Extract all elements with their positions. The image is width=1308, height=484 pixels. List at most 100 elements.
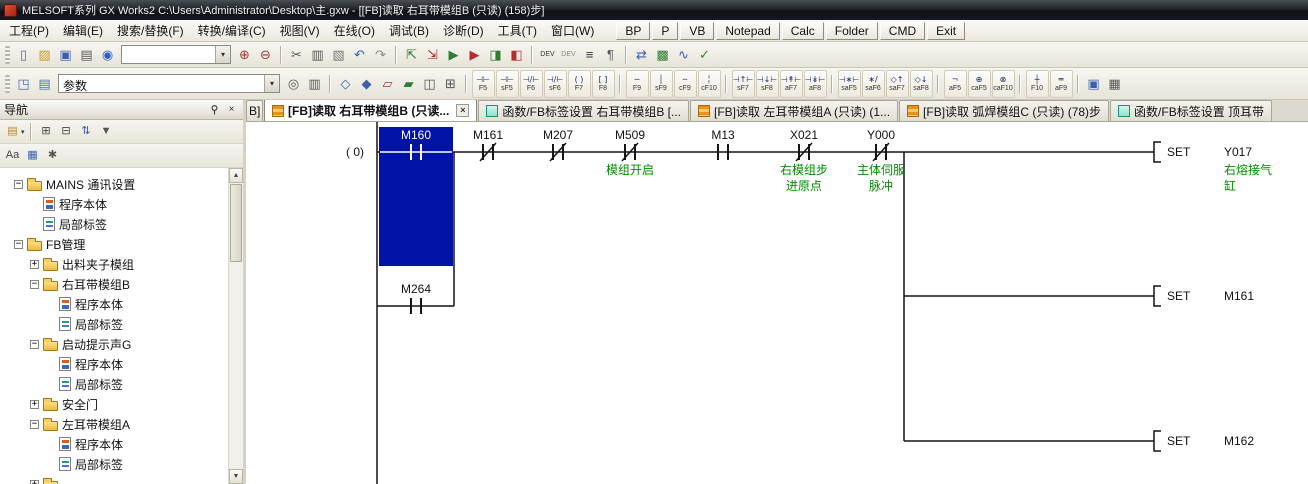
quick-button-bp[interactable]: BP <box>616 22 650 40</box>
menu-item-debug[interactable]: 调试(B) <box>382 20 436 41</box>
edit-line-icon[interactable]: ◆ <box>356 73 377 94</box>
document-tab[interactable]: 函数/FB标签设置 顶耳带 <box>1110 100 1272 121</box>
new-project-icon[interactable]: ▯ <box>13 44 34 65</box>
monitor-write-mode-icon[interactable]: ▶ <box>464 44 485 65</box>
tree-expander[interactable]: − <box>30 340 39 349</box>
instruction-list-icon[interactable]: ▣ <box>1083 73 1104 94</box>
tree-item[interactable]: 局部标签 <box>0 214 228 234</box>
quick-button-p[interactable]: P <box>652 22 678 40</box>
tree-expander[interactable]: + <box>30 400 39 409</box>
ladder-contact-M264[interactable]: M264 <box>401 282 431 314</box>
quick-button-calc[interactable]: Calc <box>782 22 824 40</box>
menu-item-project[interactable]: 工程(P) <box>2 20 56 41</box>
quick-button-notepad[interactable]: Notepad <box>716 22 779 40</box>
copy-icon[interactable]: ▥ <box>307 44 328 65</box>
tree-item[interactable]: 程序本体 <box>0 354 228 374</box>
comment-edit-icon[interactable]: ▦ <box>1104 73 1125 94</box>
horizontal-line-button[interactable]: ─F9 <box>626 70 649 98</box>
delete-vertical-line-button[interactable]: ╎cF10 <box>698 70 721 98</box>
delete-line-icon[interactable]: ▱ <box>377 73 398 94</box>
tree-item[interactable]: 程序本体 <box>0 194 228 214</box>
menu-item-tools[interactable]: 工具(T) <box>491 20 544 41</box>
tree-item[interactable]: 局部标签 <box>0 314 228 334</box>
close-tab-icon[interactable]: × <box>456 104 469 117</box>
program-jump-icon[interactable]: ◳ <box>13 73 34 94</box>
print-icon[interactable]: ▤ <box>76 44 97 65</box>
menu-item-convert-compile[interactable]: 转换/编译(C) <box>191 20 273 41</box>
falling-pulse-close-button[interactable]: ∗/saF6 <box>862 70 885 98</box>
ladder-output-SET-M161[interactable]: SETM161 <box>1154 286 1254 306</box>
device-batch-monitor-icon[interactable]: ▩ <box>652 44 673 65</box>
statement-edit-icon[interactable]: ⊞ <box>440 73 461 94</box>
application-instruction-button[interactable]: [ ]F8 <box>592 70 615 98</box>
sampling-trace-icon[interactable]: ∿ <box>673 44 694 65</box>
close-contact-branch-button[interactable]: ⊣/⊢sF6 <box>544 70 567 98</box>
delete-horizontal-line-button[interactable]: ╌cF9 <box>674 70 697 98</box>
quick-button-vb[interactable]: VB <box>680 22 714 40</box>
check-program-icon[interactable]: ✓ <box>694 44 715 65</box>
tree-item[interactable]: 程序本体 <box>0 294 228 314</box>
vertical-line-button[interactable]: │sF9 <box>650 70 673 98</box>
ladder-contact-X021[interactable]: X021右模组步进原点 <box>780 128 828 193</box>
view-selector-icon[interactable]: ▤ <box>3 122 22 141</box>
scrollbar-thumb[interactable] <box>230 184 242 262</box>
window-selector-combo[interactable]: ▾ <box>121 45 231 64</box>
zoom-in-icon[interactable]: ⊕ <box>234 44 255 65</box>
ladder-cursor[interactable] <box>379 127 453 266</box>
tree-expander[interactable]: − <box>30 280 39 289</box>
ladder-editor[interactable]: ( 0)M160M161M207M509模组开启M13X021右模组步进原点Y0… <box>246 122 1308 484</box>
menu-item-diagnostics[interactable]: 诊断(D) <box>436 20 491 41</box>
rail-line-button[interactable]: ═aF9 <box>1050 70 1073 98</box>
sort-icon[interactable]: ⇅ <box>77 122 96 141</box>
zoom-out-icon[interactable]: ⊖ <box>255 44 276 65</box>
ladder-canvas[interactable]: ( 0)M160M161M207M509模组开启M13X021右模组步进原点Y0… <box>246 122 1305 484</box>
ladder-contact-M161[interactable]: M161 <box>473 128 503 161</box>
tree-item[interactable]: 局部标签 <box>0 454 228 474</box>
crossref-icon[interactable]: ⇄ <box>631 44 652 65</box>
quick-button-folder[interactable]: Folder <box>826 22 878 40</box>
ladder-contact-Y000[interactable]: Y000主体伺服脉冲 <box>857 128 905 193</box>
menu-item-online[interactable]: 在线(O) <box>327 20 382 41</box>
dropdown-arrow-icon[interactable]: ▾ <box>215 46 230 63</box>
device-display-off-icon[interactable]: DEV <box>558 44 579 65</box>
tree-item[interactable]: + <box>0 474 228 484</box>
collapse-all-icon[interactable]: ⊟ <box>57 122 76 141</box>
tree-item[interactable]: +出料夹子模组 <box>0 254 228 274</box>
expand-all-icon[interactable]: ⊞ <box>37 122 56 141</box>
inline-st-icon[interactable]: ◇ <box>335 73 356 94</box>
tree-expander[interactable]: − <box>30 420 39 429</box>
tree-item[interactable]: 局部标签 <box>0 374 228 394</box>
tree-expander[interactable]: − <box>14 180 23 189</box>
list-display-icon[interactable]: ▥ <box>304 73 325 94</box>
close-panel-icon[interactable]: × <box>224 102 239 117</box>
data-list-icon[interactable]: ▤ <box>34 73 55 94</box>
redo-icon[interactable]: ↷ <box>370 44 391 65</box>
save-project-icon[interactable]: ▣ <box>55 44 76 65</box>
statement-display-icon[interactable]: ¶ <box>600 44 621 65</box>
monitor-stop-icon[interactable]: ◧ <box>506 44 527 65</box>
rising-pulse-branch-button[interactable]: ⊣↟⊢aF7 <box>780 70 803 98</box>
filter-icon[interactable]: ▼ <box>97 122 116 141</box>
data-type-icon[interactable]: ▦ <box>23 146 42 165</box>
pin-icon[interactable] <box>207 102 222 117</box>
comment-display-icon[interactable]: ≡ <box>579 44 600 65</box>
tree-expander[interactable]: − <box>14 240 23 249</box>
paste-icon[interactable]: ▧ <box>328 44 349 65</box>
scroll-down-icon[interactable]: ▼ <box>229 469 243 484</box>
ladder-contact-M13[interactable]: M13 <box>711 128 735 160</box>
write-to-plc-icon[interactable]: ⇲ <box>422 44 443 65</box>
tree-item[interactable]: −右耳带模组B <box>0 274 228 294</box>
tree-item[interactable]: −启动提示声G <box>0 334 228 354</box>
help-icon[interactable]: ◉ <box>97 44 118 65</box>
document-tab[interactable]: [FB]读取 弧焊模组C (只读) (78)步 <box>899 100 1109 121</box>
sort-alpha-icon[interactable]: Aa <box>3 146 22 165</box>
ladder-contact-M207[interactable]: M207 <box>543 128 573 161</box>
scroll-up-icon[interactable]: ▲ <box>229 168 243 183</box>
document-tab[interactable]: 函数/FB标签设置 右耳带模组B [... <box>478 100 689 121</box>
quick-button-cmd[interactable]: CMD <box>880 22 925 40</box>
invert-operation-button[interactable]: ¬aF5 <box>944 70 967 98</box>
pulse-conversion-icon[interactable]: ▰ <box>398 73 419 94</box>
device-display-icon[interactable]: DEV <box>537 44 558 65</box>
document-tab[interactable]: B] <box>246 100 263 121</box>
tree-expander[interactable]: + <box>30 260 39 269</box>
